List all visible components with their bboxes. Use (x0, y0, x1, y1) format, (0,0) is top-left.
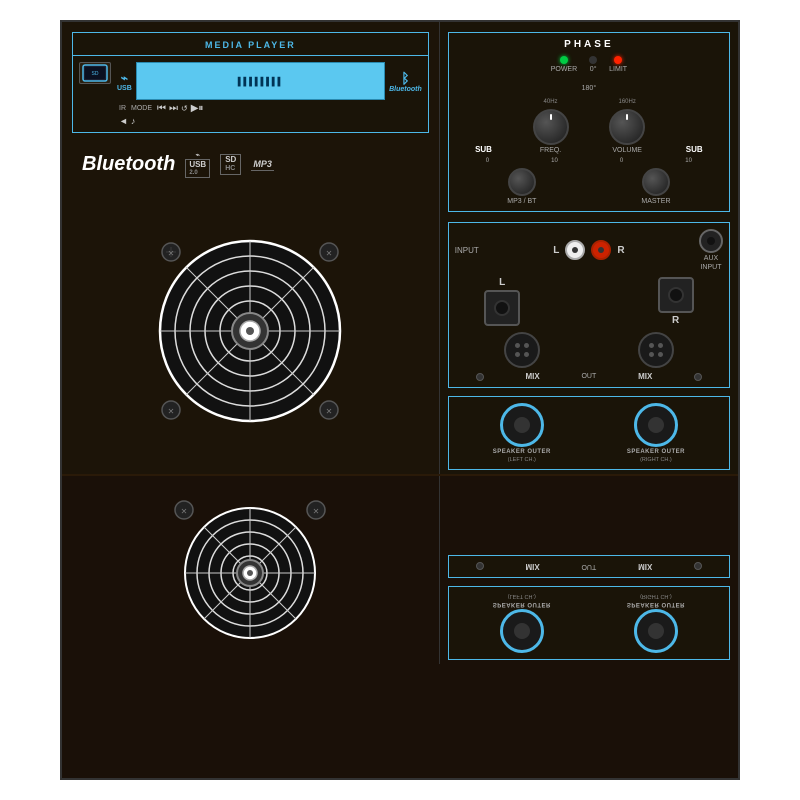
aux-jack (699, 229, 723, 253)
xlr-row (455, 332, 723, 368)
mp3bt-knob-group: MP3 / BT (507, 168, 536, 205)
screw-br: ✕ (318, 399, 340, 421)
trs-left (484, 290, 520, 326)
mp-screen: ▌▌▌▌▌▌▌▌ (136, 62, 385, 100)
screw-bl: ✕ (160, 399, 182, 421)
speaker-row: SPEAKER OUTER (LEFT CH.) SPEAKER OUTER (… (455, 403, 723, 463)
mp-display-area: ⌁ USB ▌▌▌▌▌▌▌▌ ᛒ Bluetooth (117, 62, 422, 126)
play-btn[interactable]: ▶⏸ (191, 103, 204, 114)
bottom-right: SPEAKER OUTER (LEFT CH.) SPEAKER OUTER (… (440, 476, 738, 664)
prev-btn[interactable]: ⏮ (157, 103, 166, 114)
sub-left-group: SUB (475, 145, 492, 154)
speaker-section: SPEAKER OUTER (LEFT CH.) SPEAKER OUTER (… (448, 396, 730, 470)
screw-tr: ✕ (318, 241, 340, 263)
speaker-jack-right (634, 403, 678, 447)
speaker-left-group: SPEAKER OUTER (LEFT CH.) (493, 403, 551, 463)
repeat-btn[interactable]: ↺ (181, 104, 188, 113)
bt-logos-row: Bluetooth ⌁ USB 2.0 SD HC (62, 133, 439, 188)
svg-text:✕: ✕ (326, 407, 333, 416)
mp-controls: IR MODE ⏮ ⏭ ↺ ▶⏸ ◄ ♪ (117, 103, 422, 126)
mp-top-row: ⌁ USB ▌▌▌▌▌▌▌▌ ᛒ Bluetooth (117, 62, 422, 100)
trs-right (658, 277, 694, 313)
power-led (560, 56, 568, 64)
media-player-title: MEDIA PLAYER (205, 40, 296, 50)
top-knobs-row: SUB 40Hz FREQ. 160Hz (455, 99, 723, 154)
rca-input-row: INPUT L R (455, 229, 723, 271)
usb-logo: ⌁ USB 2.0 (185, 151, 210, 178)
mp3bt-knob[interactable] (508, 168, 536, 196)
speaker-jack-reflected-left (500, 609, 544, 653)
rca-right (591, 240, 611, 260)
svg-text:✕: ✕ (326, 249, 333, 258)
sub-right-group: SUB (686, 145, 703, 154)
volume-knob[interactable] (609, 109, 645, 145)
rca-group: L R (553, 240, 624, 260)
phase-section: PHASE POWER 0° LIMIT (448, 32, 730, 212)
svg-text:✕: ✕ (168, 249, 175, 258)
bluetooth-icon-mp: ᛒ Bluetooth (389, 70, 422, 93)
media-player-container: MEDIA PLAYER SD (72, 32, 429, 133)
speaker-jack-left (500, 403, 544, 447)
freq-knob[interactable] (533, 109, 569, 145)
top-section: MEDIA PLAYER SD (62, 22, 738, 474)
mix-led-right (694, 373, 702, 381)
speaker-row-reflected: SPEAKER OUTER (LEFT CH.) SPEAKER OUTER (… (455, 593, 723, 653)
phase-header: PHASE (455, 39, 723, 50)
rca-left (565, 240, 585, 260)
sd-card-slot: SD (79, 62, 111, 84)
deg0-led (589, 56, 597, 64)
xlr-right (638, 332, 674, 368)
svg-text:SD: SD (92, 71, 99, 77)
fan-area: ✕ ✕ ✕ ✕ (62, 188, 439, 474)
xlr-left (504, 332, 540, 368)
bottom-fan: ✕ ✕ (160, 488, 340, 653)
mix-led-left (476, 373, 484, 381)
mix-row: MIX OUT MIX (455, 372, 723, 381)
right-panel: PHASE POWER 0° LIMIT (440, 22, 738, 474)
mp-left: SD (79, 62, 111, 84)
screw-tl: ✕ (160, 241, 182, 263)
media-player-header: MEDIA PLAYER (73, 33, 428, 56)
phase-indicators: POWER 0° LIMIT (455, 56, 723, 73)
trs-row: L R (455, 277, 723, 326)
left-panel: MEDIA PLAYER SD (62, 22, 440, 474)
vol-up[interactable]: ♪ (131, 116, 136, 126)
sd-logo: SD HC (220, 154, 241, 174)
bluetooth-text: Bluetooth (82, 153, 175, 176)
speaker-right-group: SPEAKER OUTER (RIGHT CH.) (627, 403, 685, 463)
usb-label: ⌁ USB (117, 71, 132, 92)
mp3-logo: MP3 (251, 158, 274, 171)
input-section: INPUT L R (448, 222, 730, 388)
device-body: MEDIA PLAYER SD (60, 20, 740, 780)
media-player-body: SD ⌁ USB ▌▌▌▌▌▌▌▌ (73, 56, 428, 132)
bottom-left: ✕ ✕ (62, 476, 440, 664)
master-knob[interactable] (642, 168, 670, 196)
svg-text:✕: ✕ (181, 507, 188, 516)
speaker-jack-reflected-right (634, 609, 678, 653)
master-knob-group: MASTER (641, 168, 670, 205)
vol-down[interactable]: ◄ (119, 116, 128, 126)
fan-container: ✕ ✕ ✕ ✕ (150, 231, 350, 431)
freq-knob-group: 40Hz FREQ. (533, 99, 569, 154)
volume-knob-group: 160Hz VOLUME (609, 99, 645, 154)
limit-led (614, 56, 622, 64)
bottom-knobs-row: MP3 / BT MASTER (455, 168, 723, 205)
skip-back-btn[interactable]: ⏭ (169, 103, 178, 114)
bottom-section: ✕ ✕ (62, 474, 738, 664)
svg-text:✕: ✕ (168, 407, 175, 416)
svg-text:✕: ✕ (313, 507, 320, 516)
